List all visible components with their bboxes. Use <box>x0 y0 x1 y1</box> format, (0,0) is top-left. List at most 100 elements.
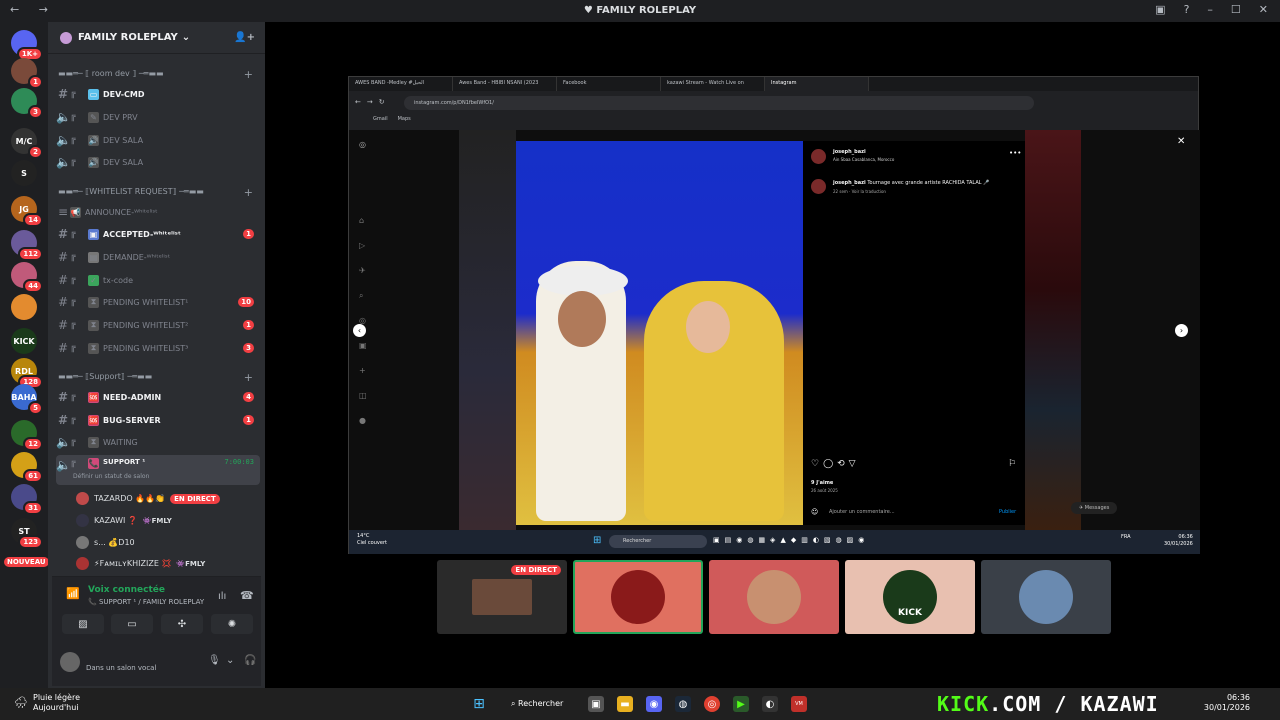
server-icon[interactable]: ST 123 <box>11 518 43 549</box>
chrome-icon[interactable]: ◎ <box>704 696 720 712</box>
obs-icon[interactable]: ◐ <box>762 696 778 712</box>
voicemeeter-icon[interactable]: VM <box>791 696 807 712</box>
channel-category[interactable]: ▬▬═─ ⟦ room dev ⟧ ─═▬▬ + <box>58 68 253 81</box>
server-icon[interactable]: BAHA 5 <box>11 384 43 415</box>
channel-item[interactable]: # ╔ ⧗ PENDING WHITELIST¹ 10 <box>56 292 260 312</box>
browser-tab[interactable]: Awes Band - HBIBI NSANI (2023 <box>453 77 557 91</box>
disconnect-icon[interactable]: ☎ <box>240 589 254 602</box>
close-icon[interactable]: ✕ <box>1259 3 1268 16</box>
server-icon[interactable]: JG 14 <box>11 196 43 227</box>
server-icon[interactable]: 44 <box>11 262 43 293</box>
invite-people-icon[interactable]: 👤+ <box>234 32 255 43</box>
maximize-icon[interactable]: ☐ <box>1231 3 1241 16</box>
activities-button[interactable]: ✣ <box>161 614 203 634</box>
server-icon[interactable]: 12 <box>11 420 43 451</box>
taskbar-search[interactable]: ⌕ Rechercher <box>503 695 581 713</box>
server-icon[interactable]: M/C 2 <box>11 128 43 159</box>
post-location[interactable]: Ain Sbaa Casablanca, Morocco <box>833 157 894 162</box>
voice-channel-selected[interactable]: 🔈 ╔ 📞 SUPPORT ¹ 7:00:03 Définir un statut de … <box>56 455 260 485</box>
camera-off-button[interactable]: ▨ <box>62 614 104 634</box>
channel-item[interactable]: 🔈 ╔ ⧗ WAITING <box>56 432 260 452</box>
instagram-nav-icons[interactable]: ⌂ ▷ ✈ ⌕ ◎ ▣ + ◫ ● <box>359 208 367 433</box>
noise-suppression-icon[interactable]: ılı <box>218 591 226 602</box>
channel-item[interactable]: 🔈 ╔ ✎ DEV PRV <box>56 107 260 127</box>
weather-widget[interactable]: Pluie légère Aujourd'hui <box>33 693 80 713</box>
channel-item[interactable]: # ╔ ⧗ PENDING WHITELIST³ 3 <box>56 338 260 358</box>
messages-pill[interactable]: ✈ Messages <box>1071 502 1118 514</box>
stream-tile-selected[interactable] <box>573 560 703 634</box>
kick-app-icon[interactable]: ▶ <box>733 696 749 712</box>
server-header[interactable]: FAMILY ROLEPLAY ⌄ 👤+ <box>48 22 265 54</box>
next-arrow-icon[interactable]: › <box>1175 324 1188 337</box>
chevron-down-icon[interactable]: ⌄ <box>226 655 234 666</box>
task-view-icon[interactable]: ▣ <box>588 696 604 712</box>
windows-start-icon[interactable]: ⊞ <box>471 696 487 712</box>
prev-arrow-icon[interactable]: ‹ <box>353 324 366 337</box>
channel-item[interactable]: # ╔ ▤ DEMANDE-ᵂʰⁱᵗᵉˡⁱˢᵗ <box>56 247 260 267</box>
browser-tab-active[interactable]: Instagram <box>765 77 869 91</box>
server-icon[interactable]: 31 <box>11 484 43 515</box>
channel-item[interactable]: # ╔ 🆘 BUG-SERVER 1 <box>56 410 260 430</box>
post-actions[interactable]: ♡◯⟲▽ <box>811 459 860 469</box>
channel-item[interactable]: # ╔ ⧗ PENDING WHITELIST² 1 <box>56 315 260 335</box>
bookmark-maps[interactable]: Maps <box>398 116 411 122</box>
shared-search[interactable]: Rechercher <box>609 535 707 548</box>
close-post-icon[interactable]: ✕ <box>1177 136 1185 147</box>
server-icon[interactable]: S <box>11 160 37 186</box>
server-icon[interactable]: 112 <box>11 230 43 261</box>
url-bar[interactable]: instagram.com/p/DN1fbeIWfO1/ <box>404 96 1034 110</box>
taskbar-clock[interactable]: 06:36 30/01/2026 <box>1204 693 1250 713</box>
channel-item[interactable]: # ╔ ▭ DEV-CMD <box>56 84 260 104</box>
server-icon[interactable]: 61 <box>11 452 43 483</box>
headphones-icon[interactable]: 🎧 <box>244 655 256 666</box>
post-likes[interactable]: 9 J'aime <box>811 480 833 486</box>
stream-tile[interactable]: EN DIRECT <box>437 560 567 634</box>
channel-item[interactable]: # ╔ ✓ tx-code <box>56 270 260 290</box>
channel-item[interactable]: # ╔ 🆘 NEED-ADMIN 4 <box>56 387 260 407</box>
channel-item[interactable]: 🔈 ╔ 🔊 DEV SALA <box>56 130 260 150</box>
server-icon[interactable] <box>11 294 37 320</box>
browser-nav-icons[interactable]: ←→↻ <box>355 98 391 106</box>
server-icon[interactable]: RDL 128 <box>11 358 43 389</box>
help-icon[interactable]: ? <box>1184 3 1190 16</box>
server-icon[interactable]: 1 <box>11 58 43 89</box>
add-channel-icon[interactable]: + <box>244 371 253 384</box>
server-icon[interactable]: 1K+ <box>11 30 43 61</box>
more-options-icon[interactable]: ••• <box>1009 149 1021 157</box>
microphone-icon[interactable]: 🎙 <box>208 655 221 666</box>
publish-button[interactable]: Publier <box>999 509 1016 515</box>
channel-category[interactable]: ▬▬═─ ⟦Support⟧ ─═▬▬ + <box>58 371 253 384</box>
voice-user[interactable]: s... 💰D10 <box>76 536 135 549</box>
save-bookmark-icon[interactable]: ⚐ <box>1008 459 1016 469</box>
channel-item[interactable]: 🔈 ╔ 🔊 DEV SALA <box>56 152 260 172</box>
steam-icon[interactable]: ◍ <box>675 696 691 712</box>
avatar[interactable] <box>60 652 80 672</box>
channel-item[interactable]: ≡ 📢 ANNOUNCE-ᵂʰⁱᵗᵉˡⁱˢᵗ <box>56 202 260 222</box>
browser-tab[interactable]: kazawi Stream - Watch Live on <box>661 77 765 91</box>
comment-input[interactable]: Ajouter un commentaire... <box>829 509 895 515</box>
server-icon[interactable]: KICK <box>11 328 37 354</box>
discord-icon[interactable]: ◉ <box>646 696 662 712</box>
browser-tab[interactable]: AWES BAND -Medley #الحيل <box>349 77 453 91</box>
add-channel-icon[interactable]: + <box>244 68 253 81</box>
post-meta[interactable]: 22 sem · Voir la traduction <box>833 189 886 194</box>
avatar[interactable] <box>811 149 826 164</box>
post-username[interactable]: joseph_bazi <box>833 149 866 155</box>
soundboard-button[interactable]: ✺ <box>211 614 253 634</box>
screen-share-button[interactable]: ▭ <box>111 614 153 634</box>
server-icon[interactable]: 3 <box>11 88 43 119</box>
add-channel-icon[interactable]: + <box>244 186 253 199</box>
windows-start-icon[interactable]: ⊞ <box>593 535 601 546</box>
minimize-icon[interactable]: – <box>1207 3 1213 16</box>
shared-taskbar-apps[interactable]: ▣▤◉◍▦◈▲◆▥◐▧◍▨◉ <box>713 536 869 544</box>
voice-user[interactable]: TAZARDO 🔥🔥👏 EN DIRECT <box>76 492 220 505</box>
channel-status[interactable]: Définir un statut de salon <box>73 473 149 480</box>
channel-item[interactable]: # ╔ ▣ ACCEPTED-ᵂʰⁱᵗᵉˡⁱˢᵗ 1 <box>56 224 260 244</box>
signal-icon[interactable]: 📶 <box>66 587 80 600</box>
bookmark-gmail[interactable]: Gmail <box>373 116 388 122</box>
channel-category[interactable]: ▬▬═─ ⟦WHITELIST REQUEST⟧ ─═▬▬ + <box>58 186 253 199</box>
emoji-icon[interactable]: ☺ <box>811 508 818 516</box>
instagram-logo-icon[interactable]: ◎ <box>359 140 366 149</box>
file-explorer-icon[interactable]: ▬ <box>617 696 633 712</box>
browser-tab[interactable]: Facebook <box>557 77 661 91</box>
